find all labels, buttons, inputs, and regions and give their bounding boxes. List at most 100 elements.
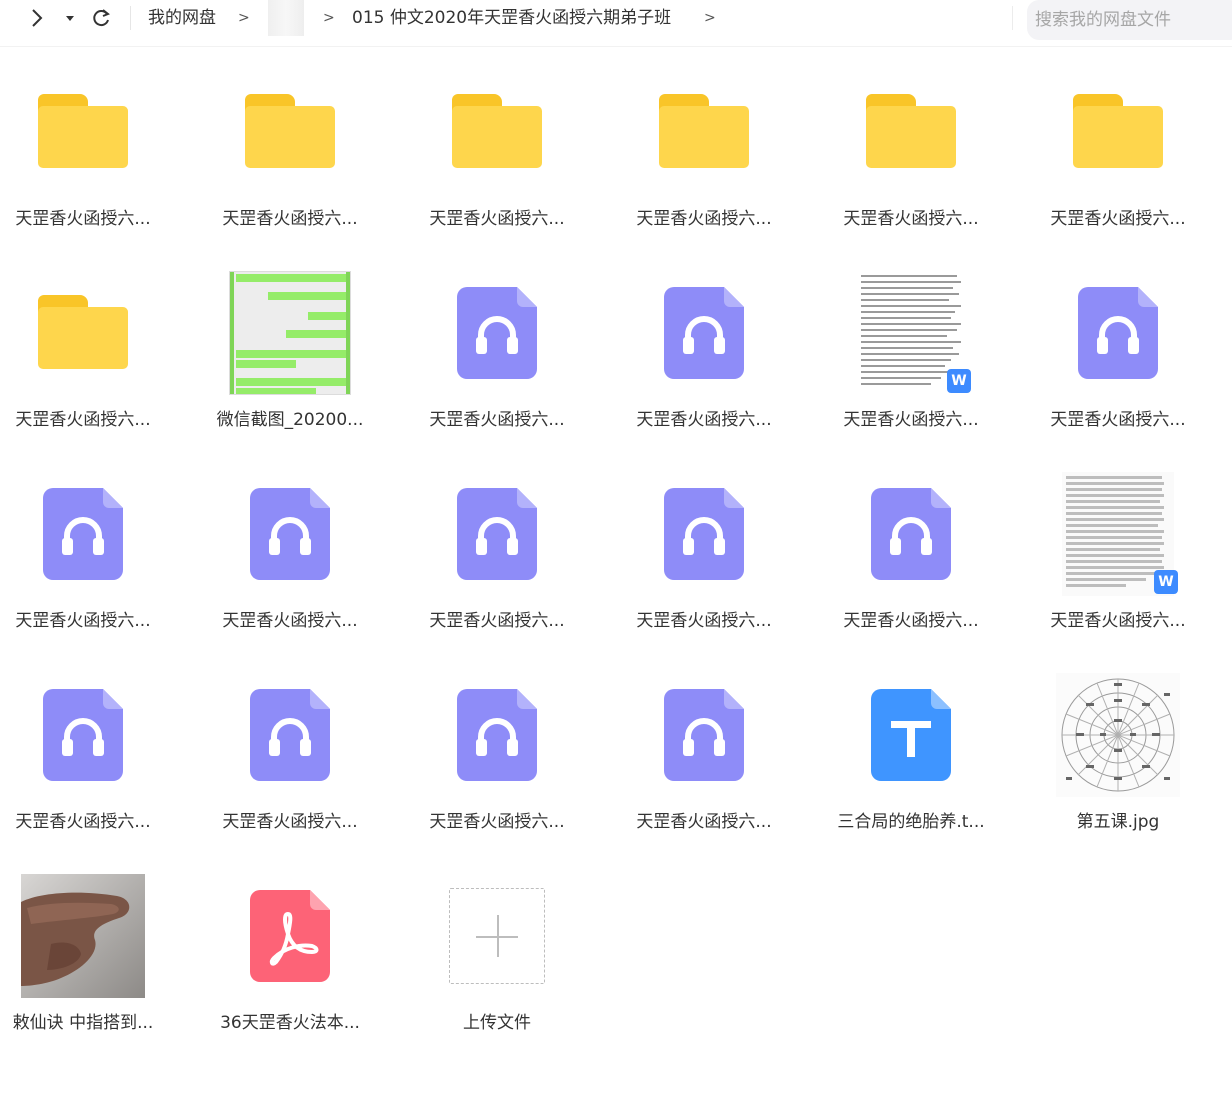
breadcrumb-separator: > xyxy=(238,10,250,26)
folder-icon xyxy=(38,295,128,371)
file-name: 天罡香火函授六... xyxy=(636,410,772,430)
word-doc-thumbnail: W xyxy=(855,271,971,395)
header-divider xyxy=(0,46,1232,47)
audio-file-icon xyxy=(43,488,123,580)
folder-item[interactable]: 天罡香火函授六... xyxy=(0,267,178,457)
word-doc-thumbnail: W xyxy=(1062,472,1178,596)
file-name: 天罡香火函授六... xyxy=(15,209,151,229)
pdf-file-icon xyxy=(250,890,330,982)
top-toolbar: 我的网盘 > > 015 仲文2020年天罡香火函授六期弟子班 > xyxy=(0,0,1232,40)
folder-icon xyxy=(659,94,749,170)
caret-down-icon xyxy=(66,16,74,21)
audio-file-item[interactable]: 天罡香火函授六... xyxy=(609,267,799,457)
image-file-item[interactable]: 微信截图_20200... xyxy=(195,267,385,457)
breadcrumb-blurred-segment[interactable] xyxy=(268,0,304,36)
chevron-right-icon xyxy=(32,9,43,27)
audio-file-item[interactable]: 天罡香火函授六... xyxy=(0,468,178,658)
audio-file-icon xyxy=(43,689,123,781)
file-name: 天罡香火函授六... xyxy=(843,410,979,430)
audio-file-item[interactable]: 天罡香火函授六... xyxy=(195,669,385,859)
toolbar-divider xyxy=(1012,6,1013,30)
file-name: 36天罡香火法本... xyxy=(220,1013,360,1033)
audio-file-icon xyxy=(457,488,537,580)
file-name: 天罡香火函授六... xyxy=(1050,410,1186,430)
file-name: 天罡香火函授六... xyxy=(429,812,565,832)
audio-file-icon xyxy=(664,287,744,379)
folder-icon xyxy=(452,94,542,170)
folder-item[interactable]: 天罡香火函授六... xyxy=(0,66,178,256)
upload-label: 上传文件 xyxy=(463,1013,531,1033)
audio-file-icon xyxy=(664,689,744,781)
audio-file-item[interactable]: 天罡香火函授六... xyxy=(402,468,592,658)
audio-file-item[interactable]: 天罡香火函授六... xyxy=(609,468,799,658)
folder-icon xyxy=(245,94,335,170)
refresh-icon xyxy=(93,9,110,27)
file-name: 天罡香火函授六... xyxy=(222,209,358,229)
word-badge-icon: W xyxy=(947,369,971,393)
plus-icon xyxy=(449,888,545,984)
folder-item[interactable]: 天罡香火函授六... xyxy=(609,66,799,256)
breadcrumb-separator[interactable]: > xyxy=(704,8,716,28)
chat-screenshot-thumbnail xyxy=(229,271,351,395)
history-dropdown-button[interactable] xyxy=(60,4,80,32)
document-file-item[interactable]: W 天罡香火函授六... xyxy=(1023,468,1213,658)
file-name: 天罡香火函授六... xyxy=(15,410,151,430)
audio-file-item[interactable]: 天罡香火函授六... xyxy=(195,468,385,658)
breadcrumb-current: 015 仲文2020年天罡香火函授六期弟子班 xyxy=(352,8,672,28)
text-file-icon xyxy=(871,689,951,781)
audio-file-icon xyxy=(457,689,537,781)
audio-file-item[interactable]: 天罡香火函授六... xyxy=(816,468,1006,658)
file-name: 天罡香火函授六... xyxy=(636,611,772,631)
toolbar-divider xyxy=(130,6,131,30)
file-name: 天罡香火函授六... xyxy=(843,611,979,631)
folder-item[interactable]: 天罡香火函授六... xyxy=(816,66,1006,256)
audio-file-icon xyxy=(871,488,951,580)
folder-item[interactable]: 天罡香火函授六... xyxy=(195,66,385,256)
audio-file-item[interactable]: 天罡香火函授六... xyxy=(402,267,592,457)
file-name: 天罡香火函授六... xyxy=(222,812,358,832)
refresh-button[interactable] xyxy=(86,4,116,32)
pdf-file-item[interactable]: 36天罡香火法本... xyxy=(195,870,385,1060)
file-name: 天罡香火函授六... xyxy=(1050,209,1186,229)
audio-file-item[interactable]: 天罡香火函授六... xyxy=(402,669,592,859)
upload-file-tile[interactable]: 上传文件 xyxy=(402,870,592,1060)
audio-file-item[interactable]: 天罡香火函授六... xyxy=(0,669,178,859)
audio-file-icon xyxy=(1078,287,1158,379)
file-name: 天罡香火函授六... xyxy=(15,611,151,631)
file-name: 天罡香火函授六... xyxy=(843,209,979,229)
file-name: 天罡香火函授六... xyxy=(636,812,772,832)
file-name: 天罡香火函授六... xyxy=(429,209,565,229)
audio-file-icon xyxy=(457,287,537,379)
word-badge-icon: W xyxy=(1154,570,1178,594)
file-name: 天罡香火函授六... xyxy=(636,209,772,229)
document-file-item[interactable]: W 天罡香火函授六... xyxy=(816,267,1006,457)
audio-file-icon xyxy=(250,689,330,781)
image-file-item[interactable]: 敕仙诀 中指搭到... xyxy=(0,870,178,1060)
audio-file-icon xyxy=(664,488,744,580)
folder-icon xyxy=(866,94,956,170)
file-name: 天罡香火函授六... xyxy=(429,410,565,430)
file-name: 敕仙诀 中指搭到... xyxy=(12,1013,154,1033)
breadcrumb-separator: > xyxy=(323,10,335,26)
text-file-item[interactable]: 三合局的绝胎养.t... xyxy=(816,669,1006,859)
audio-file-item[interactable]: 天罡香火函授六... xyxy=(1023,267,1213,457)
file-name: 天罡香火函授六... xyxy=(429,611,565,631)
breadcrumb-root[interactable]: 我的网盘 xyxy=(148,6,216,30)
audio-file-icon xyxy=(250,488,330,580)
hand-photo-thumbnail xyxy=(21,874,145,998)
folder-item[interactable]: 天罡香火函授六... xyxy=(402,66,592,256)
file-name: 天罡香火函授六... xyxy=(15,812,151,832)
file-name: 天罡香火函授六... xyxy=(1050,611,1186,631)
folder-icon xyxy=(38,94,128,170)
file-name: 三合局的绝胎养.t... xyxy=(837,812,985,832)
audio-file-item[interactable]: 天罡香火函授六... xyxy=(609,669,799,859)
search-input[interactable] xyxy=(1027,0,1232,40)
forward-button[interactable] xyxy=(24,4,50,32)
folder-item[interactable]: 天罡香火函授六... xyxy=(1023,66,1213,256)
image-file-item[interactable]: 第五课.jpg xyxy=(1023,669,1213,859)
file-name: 天罡香火函授六... xyxy=(222,611,358,631)
folder-icon xyxy=(1073,94,1163,170)
file-name: 微信截图_20200... xyxy=(216,410,364,430)
file-name: 第五课.jpg xyxy=(1076,812,1160,832)
wheel-diagram-thumbnail xyxy=(1056,673,1180,797)
